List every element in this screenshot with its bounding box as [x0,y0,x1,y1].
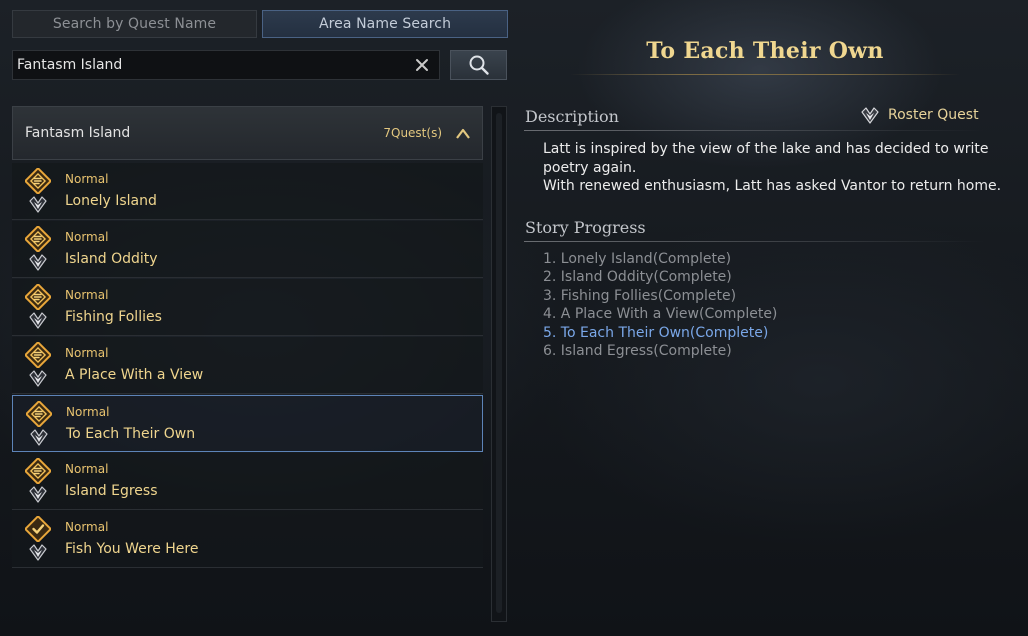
quest-name: Fishing Follies [65,309,162,325]
quest-name: Fish You Were Here [65,541,199,557]
roster-quest-icon [29,370,47,387]
quest-row[interactable]: Normal Island Oddity [12,221,483,278]
progress-item: 4. A Place With a View(Complete) [543,306,778,323]
quest-row[interactable]: Normal Lonely Island [12,163,483,220]
progress-item: 2. Island Oddity(Complete) [543,269,732,286]
title-divider [570,74,960,75]
roster-quest-icon [861,107,879,124]
description-line: poetry again. [543,159,637,176]
quest-row[interactable]: Normal Fish You Were Here [12,511,483,568]
search-input[interactable] [13,51,409,79]
description-line: Latt is inspired by the view of the lake… [543,141,989,157]
quest-type-label: Normal [65,520,109,534]
scrollbar-thumb[interactable] [496,113,502,613]
clear-search-button[interactable] [411,54,433,76]
quest-type-label: Normal [65,172,109,186]
quest-row-selected[interactable]: Normal To Each Their Own [12,395,483,452]
quest-type-label: Normal [65,462,109,476]
quest-name: A Place With a View [65,367,204,383]
quest-gold-check-icon [25,516,51,542]
search-box [12,50,440,80]
quest-count: 7Quest(s) [383,126,442,140]
roster-quest-icon [29,196,47,213]
tab-search-by-quest-name[interactable]: Search by Quest Name [12,10,257,38]
area-group-header[interactable]: Fantasm Island 7Quest(s) [12,106,483,160]
quest-name: Lonely Island [65,193,157,209]
quest-name: To Each Their Own [66,426,196,442]
quest-name: Island Oddity [65,251,158,267]
chevron-up-icon[interactable] [456,127,470,139]
progress-item-current: 5. To Each Their Own(Complete) [543,324,769,341]
close-icon [416,59,428,71]
quest-name: Island Egress [65,483,158,499]
roster-quest-icon [29,486,47,503]
roster-quest-icon [29,254,47,271]
description-line: With renewed enthusiasm, Latt has asked … [543,178,1002,194]
quest-gold-scroll-icon [25,168,51,194]
quest-list-scrollbar[interactable] [491,106,507,622]
quest-row[interactable]: Normal Island Egress [12,453,483,510]
search-button[interactable] [450,50,507,80]
story-progress-heading: Story Progress [525,218,646,237]
quest-row[interactable]: Normal Fishing Follies [12,279,483,336]
tab-area-name-search[interactable]: Area Name Search [262,10,508,38]
quest-type-label: Normal [65,288,109,302]
roster-quest-icon [29,312,47,329]
quest-gold-scroll-icon [26,401,52,427]
quest-type-label: Normal [65,346,109,360]
quest-gold-scroll-icon [25,458,51,484]
quest-type-label: Normal [66,405,110,419]
roster-quest-icon [29,544,47,561]
story-progress-divider [524,241,984,242]
quest-type-label: Normal [65,230,109,244]
area-group-name: Fantasm Island [25,125,131,141]
quest-row[interactable]: Normal A Place With a View [12,337,483,394]
progress-item: 6. Island Egress(Complete) [543,343,732,360]
roster-quest-icon [30,429,48,446]
quest-gold-scroll-icon [25,342,51,368]
roster-quest-badge: Roster Quest [860,106,979,124]
description-divider [524,130,984,131]
quest-gold-scroll-icon [25,284,51,310]
quest-gold-scroll-icon [25,226,51,252]
search-icon [469,55,489,75]
progress-item: 3. Fishing Follies(Complete) [543,287,737,304]
description-heading: Description [525,107,619,126]
quest-description: Latt is inspired by the view of the lake… [543,140,1002,196]
progress-item: 1. Lonely Island(Complete) [543,251,732,267]
story-progress-list: 1. Lonely Island(Complete) 2. Island Odd… [543,250,777,360]
roster-quest-label: Roster Quest [888,107,979,123]
quest-title: To Each Their Own [646,38,884,64]
quest-list: Fantasm Island 7Quest(s) Normal Lonely Is… [12,106,483,622]
